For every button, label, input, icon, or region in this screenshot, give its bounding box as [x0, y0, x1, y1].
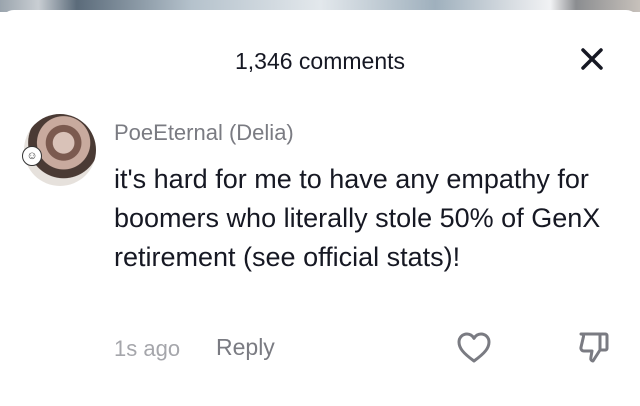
like-button[interactable]	[455, 330, 493, 366]
thumbs-down-icon	[579, 332, 609, 363]
avatar-badge-icon: ☺	[22, 146, 42, 166]
heart-icon	[457, 332, 491, 363]
dislike-button[interactable]	[574, 328, 612, 366]
reply-button[interactable]: Reply	[216, 334, 275, 361]
comment-timestamp: 1s ago	[114, 336, 181, 361]
comment-username[interactable]: PoeEternal (Delia)	[114, 120, 294, 146]
close-button[interactable]	[575, 42, 609, 76]
close-icon	[581, 48, 603, 70]
comments-count-title: 1,346 comments	[234, 48, 406, 74]
comment-text: it's hard for me to have any empathy for…	[114, 164, 601, 272]
